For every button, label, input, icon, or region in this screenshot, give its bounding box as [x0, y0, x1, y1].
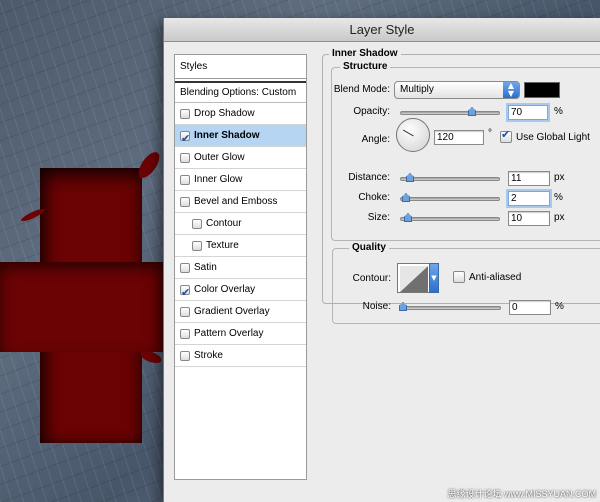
style-item-color-overlay[interactable]: Color Overlay	[175, 279, 306, 304]
style-item-label: Stroke	[194, 349, 223, 361]
shadow-color-swatch[interactable]	[524, 82, 560, 98]
contour-dropdown-arrow[interactable]: ▼	[429, 263, 439, 293]
choke-unit: %	[554, 192, 563, 203]
opacity-label: Opacity:	[353, 106, 390, 117]
select-arrows-icon: ▲ ▼	[503, 82, 519, 98]
checkbox-unchecked-icon	[453, 271, 465, 283]
red-cross-horizontal	[0, 262, 165, 352]
noise-label: Noise:	[362, 301, 391, 312]
style-item-label: Outer Glow	[194, 151, 245, 163]
style-item-label: Contour	[206, 217, 242, 229]
checkbox-unchecked-icon[interactable]	[180, 152, 190, 163]
checkbox-checked-icon[interactable]	[180, 282, 190, 304]
checkbox-unchecked-icon[interactable]	[180, 196, 190, 207]
structure-group: Structure Blend Mode: Multiply ▲ ▼ Opacit…	[331, 61, 600, 241]
style-item-label: Color Overlay	[194, 283, 256, 295]
distance-input[interactable]: 11	[508, 171, 550, 186]
checkbox-unchecked-icon[interactable]	[180, 262, 190, 273]
style-item-pattern-overlay[interactable]: Pattern Overlay	[175, 323, 306, 345]
style-item-label: Pattern Overlay	[194, 327, 264, 339]
style-item-label: Gradient Overlay	[194, 305, 270, 317]
layer-style-dialog: Layer Style Styles Blending Options: Cus…	[163, 18, 600, 502]
style-item-drop-shadow[interactable]: Drop Shadow	[175, 103, 306, 125]
checkbox-unchecked-icon[interactable]	[180, 306, 190, 317]
styles-list: Styles Blending Options: Custom Drop Sha…	[174, 54, 307, 480]
use-global-light-checkbox[interactable]: Use Global Light	[500, 128, 590, 143]
opacity-unit: %	[554, 106, 563, 117]
size-slider-thumb[interactable]	[404, 213, 412, 222]
style-item-label: Bevel and Emboss	[194, 195, 278, 207]
opacity-input[interactable]: 70	[508, 105, 548, 120]
style-item-bevel-and-emboss[interactable]: Bevel and Emboss	[175, 191, 306, 213]
noise-input[interactable]: 0	[509, 300, 551, 315]
opacity-slider-thumb[interactable]	[468, 107, 476, 116]
use-global-light-label: Use Global Light	[516, 131, 590, 143]
style-item-label: Inner Shadow	[194, 129, 260, 141]
noise-unit: %	[555, 301, 564, 312]
angle-label: Angle:	[361, 134, 390, 145]
style-item-texture[interactable]: Texture	[175, 235, 306, 257]
distance-label: Distance:	[348, 172, 390, 183]
style-item-satin[interactable]: Satin	[175, 257, 306, 279]
style-item-gradient-overlay[interactable]: Gradient Overlay	[175, 301, 306, 323]
angle-unit: °	[488, 128, 492, 139]
angle-dial[interactable]	[396, 118, 430, 152]
size-unit: px	[554, 212, 565, 223]
noise-slider-thumb[interactable]	[399, 302, 407, 311]
anti-aliased-checkbox[interactable]: Anti-aliased	[453, 271, 521, 283]
style-item-label: Satin	[194, 261, 217, 273]
blending-options-item[interactable]: Blending Options: Custom	[175, 81, 306, 103]
style-item-label: Texture	[206, 239, 239, 251]
angle-input[interactable]: 120	[434, 130, 484, 145]
checkbox-checked-icon	[500, 128, 512, 143]
choke-label: Choke:	[358, 192, 390, 203]
checkbox-unchecked-icon[interactable]	[192, 218, 202, 229]
blend-mode-label: Blend Mode:	[333, 84, 390, 95]
blend-mode-select[interactable]: Multiply ▲ ▼	[394, 81, 520, 99]
distance-slider-thumb[interactable]	[406, 173, 414, 182]
style-item-inner-shadow[interactable]: Inner Shadow	[175, 125, 306, 150]
quality-group: Quality Contour: ▼ Anti-aliased Noise: 0…	[332, 242, 600, 324]
choke-input[interactable]: 2	[508, 191, 550, 206]
inner-shadow-title: Inner Shadow	[329, 48, 401, 59]
noise-slider[interactable]	[401, 306, 501, 310]
checkbox-unchecked-icon[interactable]	[180, 350, 190, 361]
choke-slider[interactable]	[400, 197, 500, 201]
checkbox-unchecked-icon[interactable]	[180, 328, 190, 339]
style-item-label: Drop Shadow	[194, 107, 255, 119]
size-input[interactable]: 10	[508, 211, 550, 226]
quality-title: Quality	[349, 242, 389, 253]
watermark: 思缘设计论坛 www.MISSYUAN.COM	[447, 489, 596, 499]
checkbox-unchecked-icon[interactable]	[192, 240, 202, 251]
checkbox-unchecked-icon[interactable]	[180, 108, 190, 119]
dialog-title: Layer Style	[164, 18, 600, 42]
checkbox-unchecked-icon[interactable]	[180, 174, 190, 185]
style-item-outer-glow[interactable]: Outer Glow	[175, 147, 306, 169]
opacity-slider[interactable]	[400, 111, 500, 115]
anti-aliased-label: Anti-aliased	[469, 271, 522, 283]
structure-title: Structure	[340, 61, 391, 72]
style-item-stroke[interactable]: Stroke	[175, 345, 306, 367]
choke-slider-thumb[interactable]	[402, 193, 410, 202]
style-item-inner-glow[interactable]: Inner Glow	[175, 169, 306, 191]
size-label: Size:	[367, 212, 390, 223]
style-item-contour[interactable]: Contour	[175, 213, 306, 235]
angle-needle-icon	[402, 129, 414, 137]
blend-mode-value: Multiply	[400, 84, 434, 95]
distance-unit: px	[554, 172, 565, 183]
distance-slider[interactable]	[400, 177, 500, 181]
contour-label: Contour:	[352, 273, 391, 284]
size-slider[interactable]	[400, 217, 500, 221]
style-item-label: Inner Glow	[194, 173, 243, 185]
checkbox-checked-icon[interactable]	[180, 128, 190, 150]
styles-header[interactable]: Styles	[175, 55, 306, 79]
